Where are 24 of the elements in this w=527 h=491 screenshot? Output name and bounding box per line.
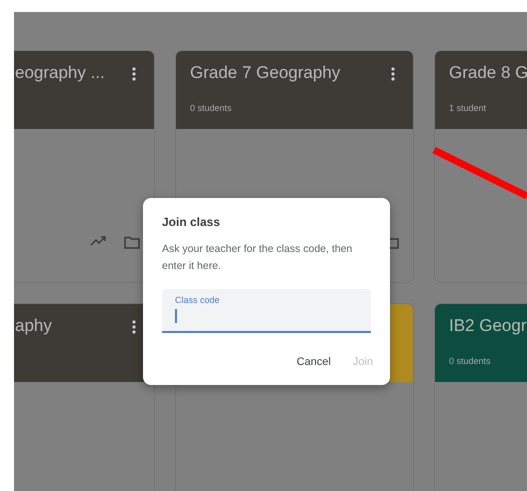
more-icon[interactable]: [132, 67, 136, 81]
student-count: 0 students: [449, 356, 491, 366]
more-icon[interactable]: [132, 320, 136, 334]
class-card[interactable]: aphy: [14, 303, 155, 491]
card-header[interactable]: Grade 8 G 1 student: [435, 51, 527, 129]
cancel-button[interactable]: Cancel: [290, 352, 337, 372]
card-header[interactable]: Grade 7 Geography 0 students: [176, 51, 413, 129]
class-title[interactable]: Grade 8 G: [449, 63, 527, 83]
class-title[interactable]: IB2 Geogr: [449, 316, 526, 336]
more-icon[interactable]: [391, 67, 395, 81]
class-title[interactable]: aphy: [15, 316, 52, 336]
class-title[interactable]: Grade 7 Geography: [190, 63, 340, 83]
trend-icon[interactable]: [90, 236, 106, 246]
field-label: Class code: [175, 295, 220, 305]
text-cursor: [175, 309, 176, 323]
student-count: 1 student: [449, 103, 486, 113]
card-header[interactable]: eography ...: [14, 51, 154, 129]
class-card[interactable]: IB2 Geogr 0 students: [434, 303, 527, 491]
class-title[interactable]: eography ...: [15, 63, 105, 83]
student-count: 0 students: [190, 103, 232, 113]
class-card[interactable]: Grade 8 G 1 student: [434, 50, 527, 283]
class-code-field[interactable]: Class code: [162, 289, 371, 333]
class-card[interactable]: eography ...: [14, 50, 155, 283]
card-header[interactable]: IB2 Geogr 0 students: [435, 304, 527, 382]
